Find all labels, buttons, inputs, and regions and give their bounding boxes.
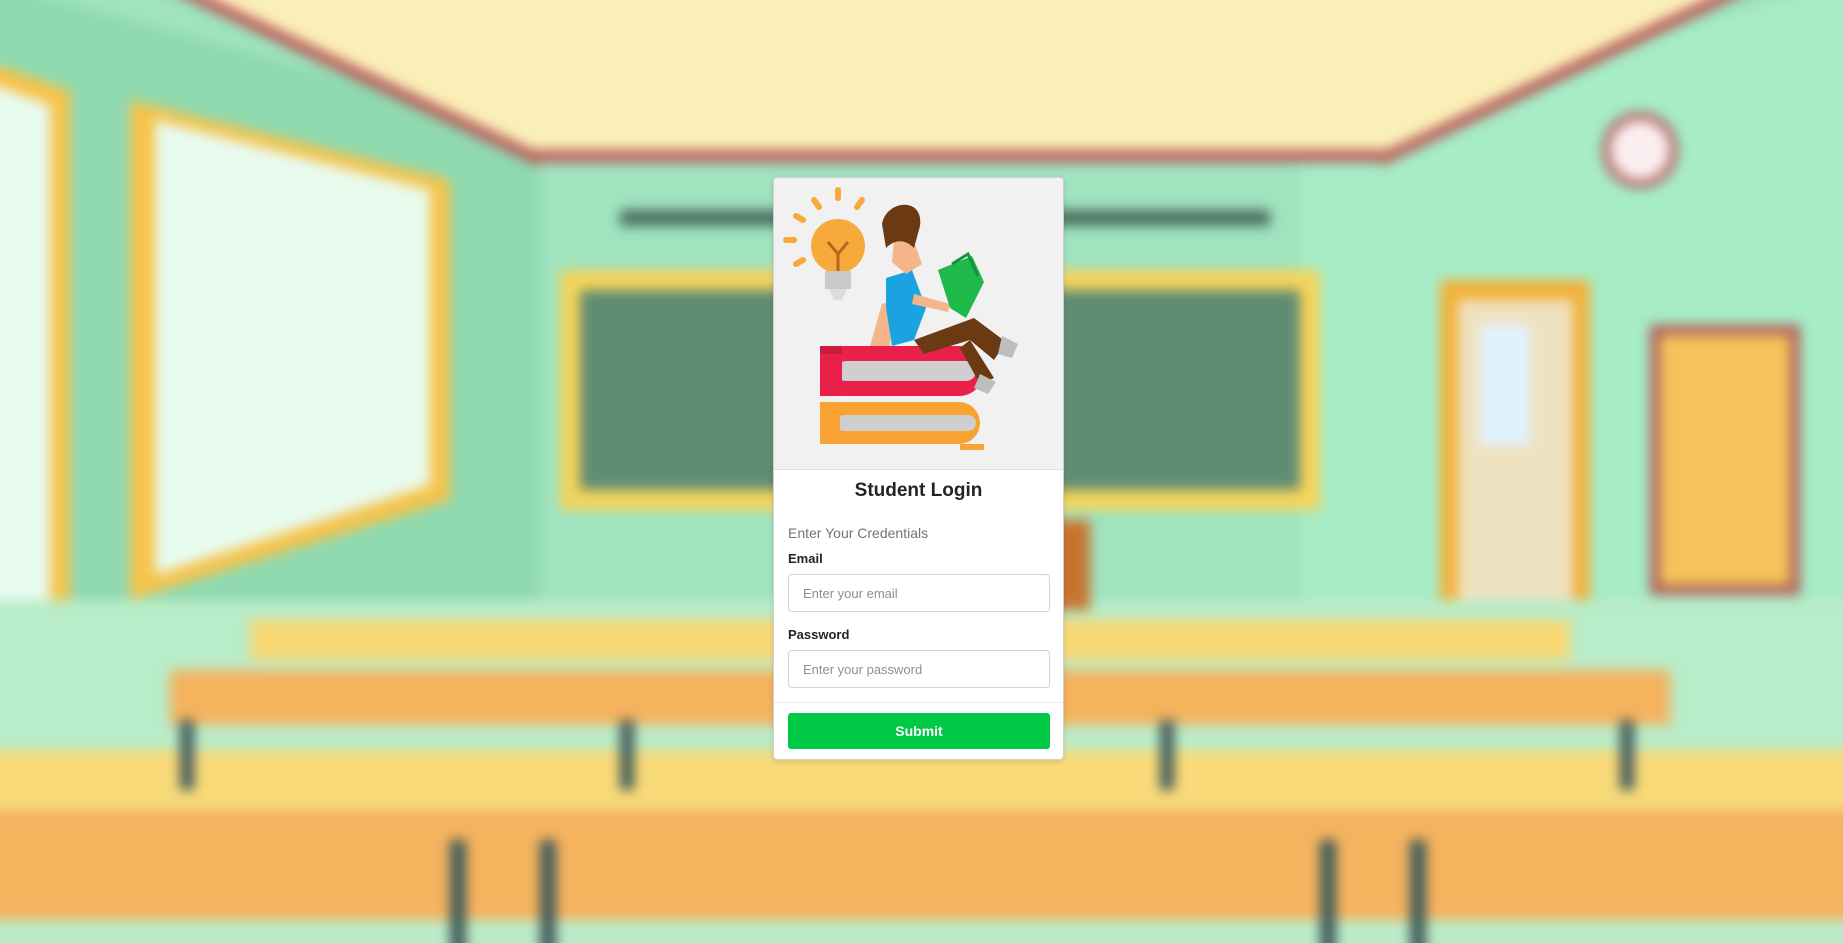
login-title: Student Login — [854, 480, 983, 501]
password-label: Password — [788, 627, 850, 642]
hero-illustration — [774, 178, 1063, 470]
email-label: Email — [788, 551, 823, 566]
login-card: Student Login Enter Your Credentials Ema… — [773, 177, 1064, 760]
credentials-subtitle: Enter Your Credentials — [788, 525, 929, 541]
password-input[interactable] — [788, 650, 1050, 688]
submit-button[interactable]: Submit — [788, 713, 1050, 749]
form-divider — [774, 702, 1063, 703]
email-input[interactable] — [788, 574, 1050, 612]
student-reading-illustration — [783, 187, 1018, 450]
